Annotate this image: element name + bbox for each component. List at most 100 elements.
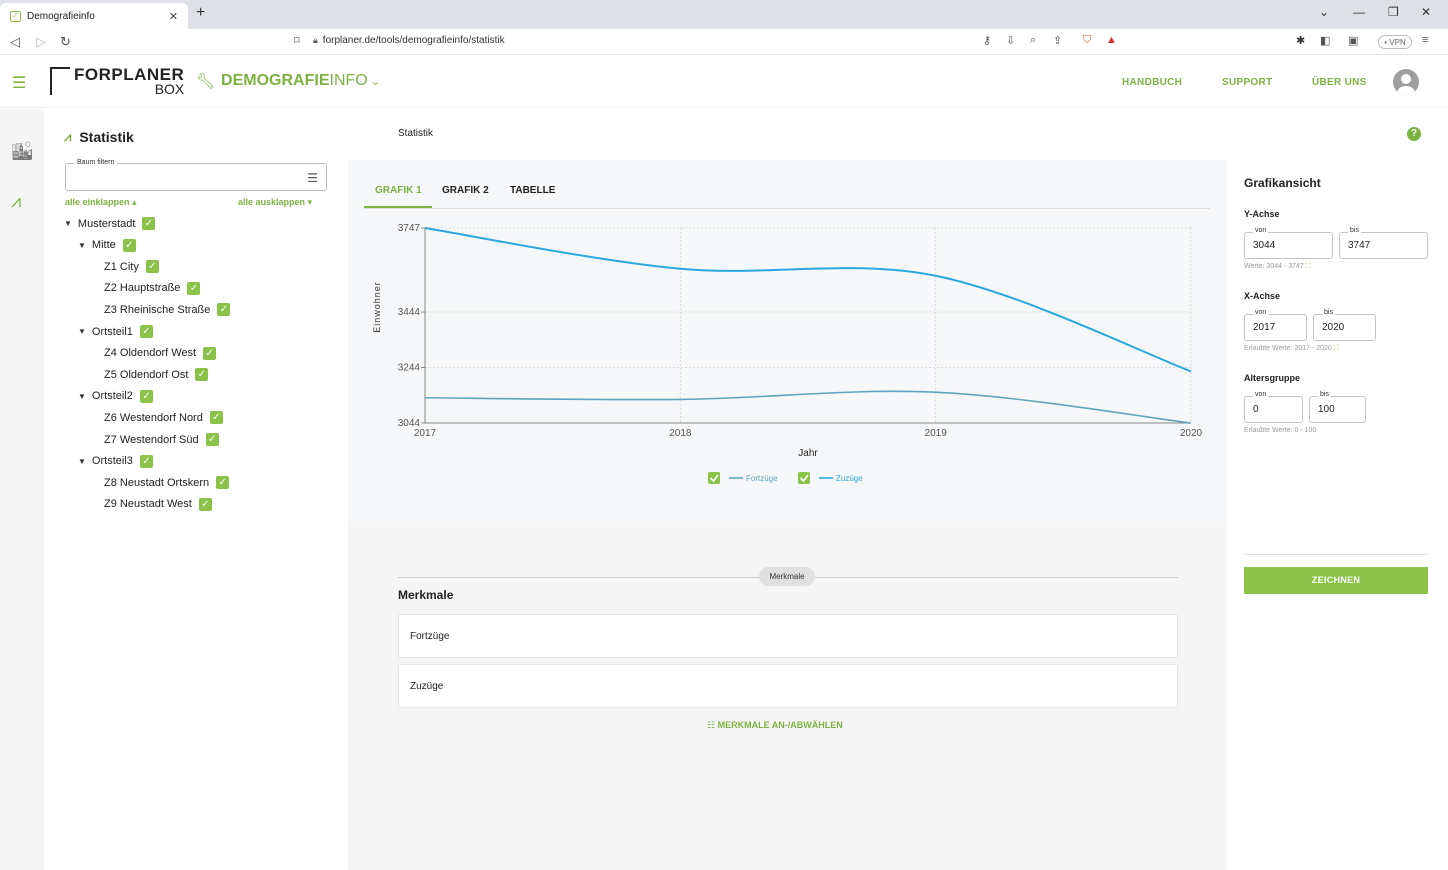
tree-item[interactable]: ▼ Ortsteil3 ✓ xyxy=(78,454,153,468)
key-icon[interactable]: ⚷ xyxy=(983,34,991,47)
tree-item-checkbox[interactable]: ✓ xyxy=(139,389,153,403)
tree-item[interactable]: Z2 Hauptstraße ✓ xyxy=(104,281,201,295)
tree-item-checkbox[interactable]: ✓ xyxy=(198,497,212,511)
tab-search-icon[interactable]: ⌄ xyxy=(1319,5,1329,19)
tree-item-checkbox[interactable]: ✓ xyxy=(209,411,223,425)
merkmal-fortzuege[interactable]: Fortzüge xyxy=(398,614,1178,658)
tree-item-checkbox[interactable]: ✓ xyxy=(139,325,153,338)
merkmale-chip: Merkmale xyxy=(759,567,815,586)
tree-item-checkbox[interactable]: ✓ xyxy=(205,433,219,446)
expand-all-link[interactable]: alle ausklappen ▾ xyxy=(238,197,312,208)
restore-icon[interactable]: ❐ xyxy=(1388,5,1399,19)
zeichnen-button[interactable]: ZEICHNEN xyxy=(1244,567,1428,594)
minimize-icon[interactable]: — xyxy=(1353,5,1365,19)
tree-item[interactable]: Z6 Westendorf Nord ✓ xyxy=(104,411,223,425)
tree-item[interactable]: Z7 Westendorf Süd ✓ xyxy=(104,433,219,446)
age-from-input[interactable]: von 0 xyxy=(1244,391,1303,423)
tree-item-checkbox[interactable]: ✓ xyxy=(216,476,230,490)
tree-item-label: Z9 Neustadt West xyxy=(104,498,192,511)
x-to-input[interactable]: bis 2020 xyxy=(1313,309,1376,341)
tree-item[interactable]: Z8 Neustadt Ortskern ✓ xyxy=(104,476,230,490)
help-icon[interactable]: ? xyxy=(1407,127,1421,141)
toggle-merkmale-label: MERKMALE AN-/ABWÄHLEN xyxy=(717,720,843,730)
expand-arrow-icon[interactable]: ▼ xyxy=(78,457,86,466)
tree-item-checkbox[interactable]: ✓ xyxy=(187,281,201,295)
tree-item-checkbox[interactable]: ✓ xyxy=(122,238,136,252)
hamburger-menu-icon[interactable]: ☰ xyxy=(12,73,26,93)
legend-label: Zuzüge xyxy=(836,474,863,483)
tree-filter-input[interactable]: Baum filtern ☰ xyxy=(65,159,327,191)
tree-item[interactable]: Z9 Neustadt West ✓ xyxy=(104,497,212,511)
y-hint-text: Werte: 3044 - 3747 xyxy=(1244,263,1304,270)
toggle-merkmale-button[interactable]: ☷ MERKMALE AN-/ABWÄHLEN xyxy=(707,720,843,731)
reset-x-icon[interactable]: ⛶ xyxy=(1334,345,1339,352)
expand-arrow-icon[interactable]: ▼ xyxy=(78,327,86,336)
y-to-input[interactable]: bis 3747 xyxy=(1339,227,1428,259)
nav-ueber-uns[interactable]: ÜBER UNS xyxy=(1312,77,1367,88)
bar-chart-icon[interactable]: 🏙︎ xyxy=(11,141,34,162)
tree-item[interactable]: Z5 Oldendorf Ost ✓ xyxy=(104,368,209,382)
filter-icon[interactable]: ☰ xyxy=(307,171,318,185)
tree-item[interactable]: ▼ Mitte ✓ xyxy=(78,238,136,252)
y-from-input[interactable]: von 3044 xyxy=(1244,227,1333,259)
forplaner-logo[interactable]: FORPLANER BOX xyxy=(50,66,184,97)
collapse-all-link[interactable]: alle einklappen ▴ xyxy=(65,197,137,208)
back-icon[interactable]: ◁ xyxy=(10,34,20,50)
logo-bracket xyxy=(50,67,70,95)
grafikansicht-title: Grafikansicht xyxy=(1244,176,1321,190)
nav-handbuch[interactable]: HANDBUCH xyxy=(1122,77,1182,88)
url-field[interactable]: 🔒︎ forplaner.de/tools/demografieinfo/sta… xyxy=(313,35,505,46)
tree-item-checkbox[interactable]: ✓ xyxy=(217,303,231,317)
wallet-icon[interactable]: ▣ xyxy=(1348,34,1358,47)
close-tab-icon[interactable]: ✕ xyxy=(169,10,178,23)
zoom-icon[interactable]: ⌕ xyxy=(1030,34,1036,47)
merkmal-zuzuege[interactable]: Zuzüge xyxy=(398,664,1178,708)
tab-tabelle[interactable]: TABELLE xyxy=(510,185,555,196)
brave-shield-icon[interactable]: ⛉ xyxy=(1083,34,1091,47)
window-close-icon[interactable]: ✕ xyxy=(1421,5,1431,19)
tree-item[interactable]: Z1 City ✓ xyxy=(104,260,159,274)
brave-rewards-icon[interactable]: ▲ xyxy=(1106,34,1117,46)
avatar[interactable] xyxy=(1393,69,1419,95)
install-icon[interactable]: ⇩ xyxy=(1006,34,1015,47)
tree-item-checkbox[interactable]: ✓ xyxy=(145,260,159,274)
x-from-input[interactable]: von 2017 xyxy=(1244,309,1307,341)
app-switcher[interactable]: 🔧︎ DEMOGRAFIE INFO ⌄ xyxy=(196,72,380,90)
tree-item[interactable]: ▼ Ortsteil1 ✓ xyxy=(78,325,153,338)
nav-support[interactable]: SUPPORT xyxy=(1222,77,1272,88)
tree-item-checkbox[interactable]: ✓ xyxy=(195,368,209,382)
tab-grafik-2[interactable]: GRAFIK 2 xyxy=(442,185,489,196)
trend-icon[interactable]: ⩘ xyxy=(11,191,21,212)
reload-icon[interactable]: ↻ xyxy=(60,34,71,50)
tab-grafik-1[interactable]: GRAFIK 1 xyxy=(375,185,422,196)
tree-item[interactable]: Z3 Rheinische Straße ✓ xyxy=(104,303,231,317)
age-from-value: 0 xyxy=(1253,404,1259,415)
extensions-icon[interactable]: ✱ xyxy=(1296,34,1305,47)
tree-item-checkbox[interactable]: ✓ xyxy=(203,346,217,360)
y-hint: Werte: 3044 - 3747 ⛶ xyxy=(1244,263,1311,271)
vpn-badge[interactable]: • VPN xyxy=(1378,35,1412,49)
tree-item-label: Z7 Westendorf Süd xyxy=(104,433,199,446)
expand-arrow-icon[interactable]: ▼ xyxy=(78,241,86,250)
url-text: forplaner.de/tools/demografieinfo/statis… xyxy=(322,35,505,46)
tree-item-label: Ortsteil3 xyxy=(91,455,133,468)
reset-y-icon[interactable]: ⛶ xyxy=(1306,263,1311,270)
y-tick-label: 3747 xyxy=(398,223,421,234)
tree-item-checkbox[interactable]: ✓ xyxy=(139,454,153,468)
share-icon[interactable]: ⇪ xyxy=(1053,34,1062,47)
sidebar-toggle-icon[interactable]: ◧ xyxy=(1320,34,1330,47)
age-to-input[interactable]: bis 100 xyxy=(1309,391,1366,423)
panel-title: ⩘ Statistik xyxy=(64,129,134,145)
expand-arrow-icon[interactable]: ▼ xyxy=(78,392,86,401)
forward-icon[interactable]: ▷ xyxy=(36,34,46,50)
tree-item[interactable]: ▼ Musterstadt ✓ xyxy=(64,217,156,230)
bookmark-icon[interactable]: ⌑ xyxy=(294,34,300,47)
menu-icon[interactable]: ≡ xyxy=(1422,34,1428,46)
y-tick-label: 3244 xyxy=(398,363,421,374)
tree-item[interactable]: ▼ Ortsteil2 ✓ xyxy=(78,389,153,403)
tree-item-checkbox[interactable]: ✓ xyxy=(142,217,156,230)
new-tab-icon[interactable]: + xyxy=(196,4,205,22)
expand-arrow-icon[interactable]: ▼ xyxy=(64,219,72,228)
tree-item[interactable]: Z4 Oldendorf West ✓ xyxy=(104,346,217,360)
browser-tab[interactable]: ✓ Demografieinfo ✕ xyxy=(0,3,188,29)
